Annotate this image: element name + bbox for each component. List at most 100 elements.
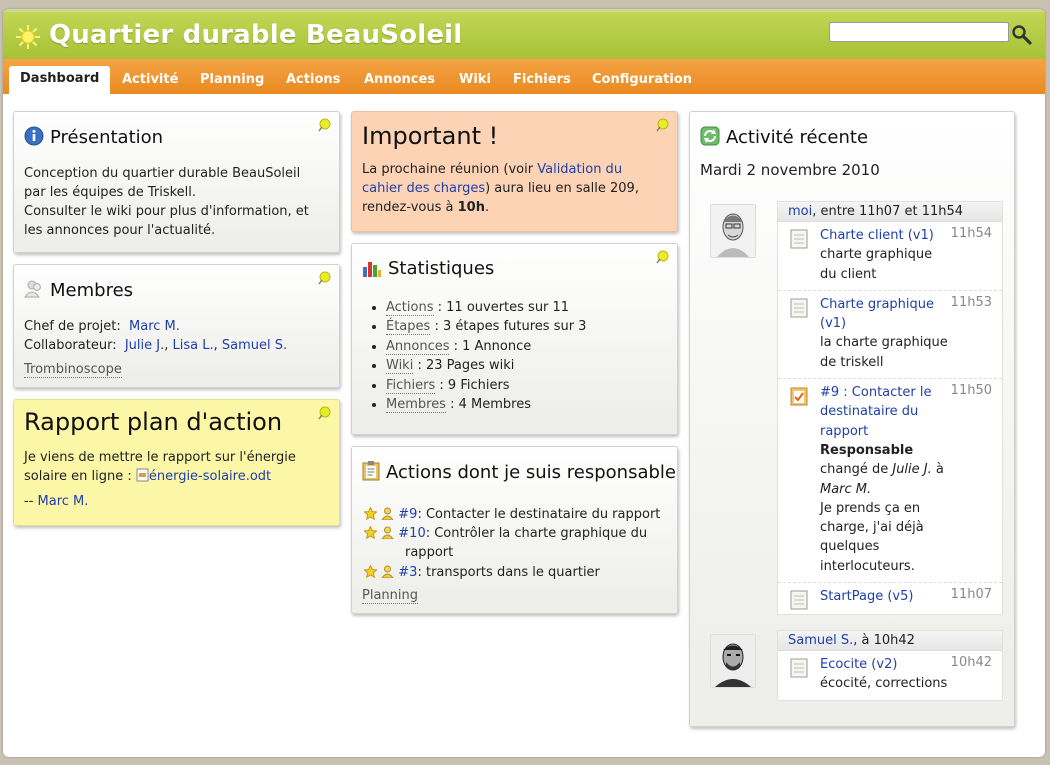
trombinoscope-link[interactable]: Trombinoscope [24,362,122,378]
activite-panel: Activité récente Mardi 2 novembre 2010 m… [689,111,1015,727]
tab-annonces[interactable]: Annonces [353,67,446,94]
membres-title: Membres [24,279,133,301]
tab-configuration[interactable]: Configuration [581,67,703,94]
member-link[interactable]: moi [788,204,812,219]
rapport-note: Rapport plan d'action Je viens de mettre… [13,399,340,526]
rapport-title: Rapport plan d'action [24,408,283,436]
app-window: Quartier durable BeauSoleil Dashboard Ac… [3,9,1045,757]
activity-entry: 11h54 Charte client (v1) charte graphiqu… [778,222,1002,291]
stat-link[interactable]: Actions [386,300,434,316]
entry-link[interactable]: Ecocite (v2) [820,655,952,674]
activity-entry: 11h50 #9 : Contacter le destinataire du … [778,379,1002,584]
member-link[interactable]: Julie J. [125,338,164,353]
important-note: Important ! La prochaine réunion (voir V… [351,111,678,232]
stat-link[interactable]: Membres [386,397,446,414]
entry-link[interactable]: Charte client (v1) [820,226,952,245]
entry-link[interactable]: StartPage (v5) [820,587,952,606]
entry-desc: la charte graphique de triskell [820,335,948,370]
activity-entry: 11h07 StartPage (v5) [778,583,1002,614]
tab-wiki[interactable]: Wiki [448,67,502,94]
tab-activite[interactable]: Activité [111,67,189,94]
stat-item: Étapes : 3 étapes futures sur 3 [386,317,586,336]
stat-link[interactable]: Étapes [386,319,431,336]
star-icon[interactable] [364,565,377,578]
entry-desc: écocité, corrections [820,676,948,692]
app-title: Quartier durable BeauSoleil [49,20,463,50]
document-icon [790,298,808,318]
entry-time: 11h50 [950,383,992,399]
document-icon [790,658,808,678]
tab-actions[interactable]: Actions [275,67,351,94]
avatar-photo [711,205,755,257]
task-icon [790,387,808,406]
pin-icon[interactable] [317,406,331,420]
activity-entry: 11h53 Charte graphique (v1) la charte gr… [778,291,1002,380]
stat-item: Annonces : 1 Annonce [386,337,586,356]
main-nav: Dashboard Activité Planning Actions Anno… [3,59,1045,94]
entry-time: 10h42 [950,655,992,670]
member-link[interactable]: Marc M. [129,319,180,334]
feed-header: Samuel S., à 10h42 [778,631,1002,651]
entry-time: 11h54 [950,226,992,241]
wiki-link[interactable]: Validation du [537,162,622,177]
entry-time: 11h07 [950,587,992,603]
wiki-link[interactable]: cahier des charges [362,181,485,196]
activity-feed: Samuel S., à 10h42 10h42 Ecocite (v2) éc… [777,630,1003,701]
file-link[interactable]: énergie-solaire.odt [149,469,271,484]
pin-icon[interactable] [317,118,331,132]
stat-item: Wiki : 23 Pages wiki [386,356,586,375]
pin-icon[interactable] [317,271,331,285]
person-icon [381,526,394,539]
action-link[interactable]: #3 [398,565,417,580]
feed-header: moi, entre 11h07 et 11h54 [778,202,1002,222]
tab-fichiers[interactable]: Fichiers [502,67,582,94]
avatar[interactable] [710,204,756,258]
stat-item: Membres : 4 Membres [386,395,586,414]
star-icon[interactable] [364,507,377,520]
info-icon [24,126,44,146]
action-item: #3: transports dans le quartier [364,563,600,582]
stat-link[interactable]: Annonces [386,338,450,355]
avatar-photo [711,635,755,687]
clipboard-icon [362,461,380,481]
stat-link[interactable]: Fichiers [386,377,436,394]
presentation-title: Présentation [24,126,163,148]
rapport-text: Je viens de mettre le rapport sur l'éner… [24,450,296,509]
stat-link[interactable]: Wiki [386,358,414,375]
tab-dashboard[interactable]: Dashboard [9,66,111,94]
pin-icon[interactable] [655,118,669,132]
entry-link[interactable]: #9 : Contacter le destinataire du rappor… [820,383,952,441]
entry-field: Responsable [820,442,914,458]
planning-link[interactable]: Planning [362,588,418,604]
presentation-panel: Présentation Conception du quartier dura… [13,111,340,253]
member-link[interactable]: Marc M. [38,494,89,509]
action-item: #9: Contacter le destinataire du rapport [364,505,660,524]
important-text: La prochaine réunion (voir Validation du… [362,162,639,215]
member-link[interactable]: Lisa L. [173,338,214,353]
search-icon[interactable] [1011,24,1033,46]
membres-panel: Membres Chef de projet: Marc M. Collabor… [13,264,340,388]
member-link[interactable]: Samuel S. [222,338,287,353]
activite-title: Activité récente [700,126,868,148]
document-icon [790,590,808,610]
pin-icon[interactable] [655,250,669,264]
entry-link[interactable]: Charte graphique (v1) [820,295,952,334]
stats-list: Actions : 11 ouvertes sur 11 Étapes : 3 … [362,298,586,414]
action-link[interactable]: #10 [398,526,425,541]
entry-time: 11h53 [950,294,992,310]
avatar[interactable] [710,634,756,688]
membres-list: Chef de projet: Marc M. Collaborateur: J… [24,319,288,378]
tab-planning[interactable]: Planning [189,67,275,94]
action-link[interactable]: #9 [398,507,417,522]
activity-entry: 10h42 Ecocite (v2) écocité, corrections [778,651,1002,700]
member-link[interactable]: Samuel S. [788,633,853,648]
entry-desc: charte graphique du client [820,247,933,282]
person-icon [381,507,394,520]
statistiques-panel: Statistiques Actions : 11 ouvertes sur 1… [351,243,678,435]
search-input[interactable] [829,22,1009,42]
person-icon [381,565,394,578]
star-icon[interactable] [364,526,377,539]
statistiques-title: Statistiques [362,258,494,279]
activity-feed: moi, entre 11h07 et 11h54 11h54 Charte c… [777,201,1003,616]
header: Quartier durable BeauSoleil [3,9,1045,59]
